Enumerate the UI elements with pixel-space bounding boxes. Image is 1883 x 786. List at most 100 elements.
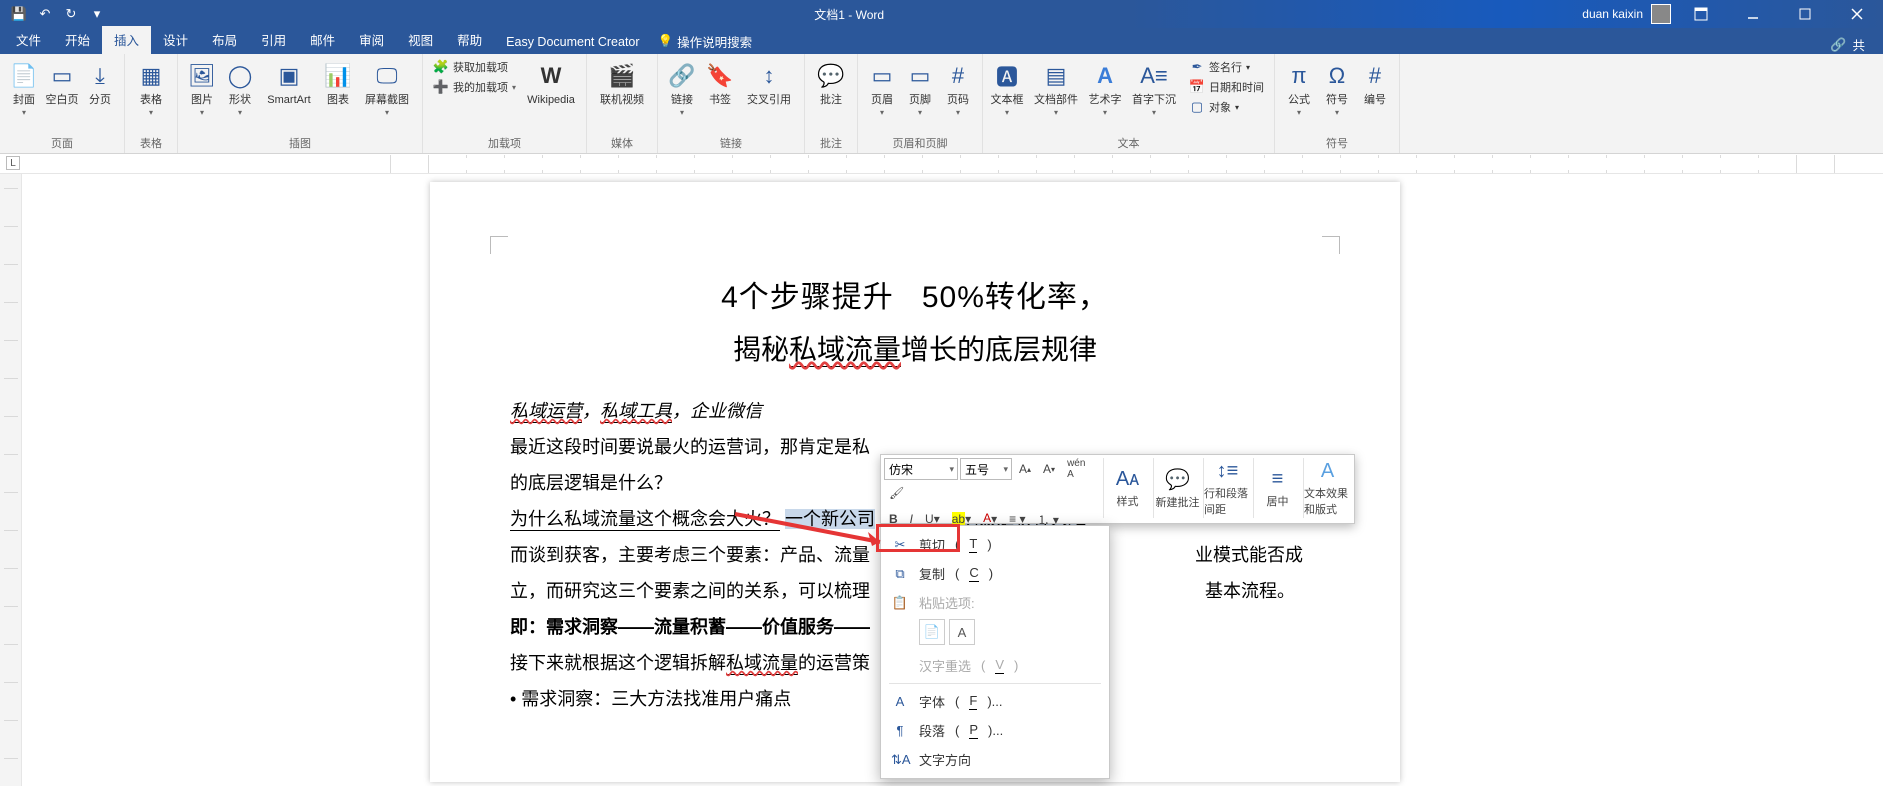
- page-number-icon: #: [942, 60, 974, 92]
- vertical-ruler[interactable]: [0, 174, 22, 786]
- tab-layout[interactable]: 布局: [200, 26, 249, 54]
- scissors-icon: ✂: [891, 537, 909, 553]
- ctx-cut[interactable]: ✂ 剪切 (T): [881, 530, 1109, 559]
- datetime-button[interactable]: 📅日期和时间: [1185, 78, 1268, 96]
- heading-1[interactable]: 4个步骤提升 50%转化率，: [510, 272, 1320, 316]
- phonetic-guide-button[interactable]: wénA: [1062, 458, 1090, 480]
- ctx-font[interactable]: A 字体 (F)...: [881, 687, 1109, 716]
- tab-file[interactable]: 文件: [4, 26, 53, 54]
- quickparts-button[interactable]: ▤文档部件: [1027, 56, 1085, 117]
- ctx-paste-label: 📋 粘贴选项:: [881, 588, 1109, 617]
- save-button[interactable]: 💾: [8, 3, 30, 25]
- tags-line[interactable]: 私域运营，私域工具，企业微信: [510, 394, 1320, 428]
- ribbon: 📄封面 ▭空白页 ⤓分页 页面 ▦表格 表格 🖼图片 ◯形状 ▣SmartArt…: [0, 54, 1883, 154]
- wikipedia-icon: W: [535, 60, 567, 92]
- format-painter-button[interactable]: 🖌: [884, 482, 909, 504]
- group-text-label: 文本: [989, 135, 1268, 153]
- tab-insert[interactable]: 插入: [102, 26, 151, 54]
- cover-page-button[interactable]: 📄封面: [6, 56, 42, 117]
- link-icon: 🔗: [666, 60, 698, 92]
- tab-home[interactable]: 开始: [53, 26, 102, 54]
- comment-button[interactable]: 💬批注: [811, 56, 851, 106]
- ctx-hanzi: 汉字重选 (V): [881, 651, 1109, 680]
- qat-customize[interactable]: ▾: [86, 3, 108, 25]
- page-break-icon: ⤓: [84, 60, 116, 92]
- tab-mailings[interactable]: 邮件: [298, 26, 347, 54]
- number-button[interactable]: #编号: [1357, 56, 1393, 106]
- header-button[interactable]: ▭页眉: [864, 56, 900, 117]
- table-button[interactable]: ▦表格: [131, 56, 171, 117]
- smartart-button[interactable]: ▣SmartArt: [260, 56, 318, 106]
- minimize-button[interactable]: [1731, 0, 1775, 28]
- size-combo[interactable]: 五号: [960, 458, 1012, 480]
- tab-review[interactable]: 审阅: [347, 26, 396, 54]
- group-addins-label: 加载项: [429, 135, 580, 153]
- ctx-paragraph[interactable]: ¶ 段落 (P)...: [881, 716, 1109, 745]
- footer-icon: ▭: [904, 60, 936, 92]
- textbox-button[interactable]: 🅰文本框: [989, 56, 1025, 117]
- paste-text-only[interactable]: A: [949, 619, 975, 645]
- ribbon-display-options[interactable]: [1679, 0, 1723, 28]
- online-video-button[interactable]: 🎬联机视频: [593, 56, 651, 106]
- maximize-button[interactable]: [1783, 0, 1827, 28]
- text-effects-button[interactable]: A文本效果和版式: [1303, 458, 1351, 518]
- chevron-down-icon: ▾: [94, 6, 101, 22]
- tab-help[interactable]: 帮助: [445, 26, 494, 54]
- avatar[interactable]: [1651, 4, 1671, 24]
- object-icon: ▢: [1189, 99, 1205, 115]
- object-button[interactable]: ▢对象 ▾: [1185, 98, 1268, 116]
- blank-page-button[interactable]: ▭空白页: [44, 56, 80, 106]
- wikipedia-button[interactable]: WWikipedia: [522, 56, 580, 106]
- center-button[interactable]: ≡居中: [1253, 458, 1301, 518]
- group-tables: ▦表格 表格: [125, 54, 178, 153]
- tab-view[interactable]: 视图: [396, 26, 445, 54]
- user-name[interactable]: duan kaixin: [1582, 7, 1643, 21]
- chart-button[interactable]: 📊图表: [320, 56, 356, 106]
- dropcap-button[interactable]: A≡首字下沉: [1125, 56, 1183, 117]
- mini-toolbar: 仿宋 五号 A▴ A▾ wénA 🖌 B I U ▾ ab ▾ A ▾ ≡ ▾ …: [880, 454, 1355, 524]
- store-icon: 🧩: [433, 59, 449, 75]
- tab-references[interactable]: 引用: [249, 26, 298, 54]
- symbol-icon: Ω: [1321, 60, 1353, 92]
- ruler-scale: [390, 155, 1853, 173]
- page-break-button[interactable]: ⤓分页: [82, 56, 118, 106]
- symbol-button[interactable]: Ω符号: [1319, 56, 1355, 117]
- shrink-font-button[interactable]: A▾: [1038, 458, 1060, 480]
- font-combo[interactable]: 仿宋: [884, 458, 958, 480]
- share-label[interactable]: 共: [1852, 35, 1865, 54]
- styles-button[interactable]: Aᴀ样式: [1103, 458, 1151, 518]
- group-text: 🅰文本框 ▤文档部件 A艺术字 A≡首字下沉 ✒签名行 ▾ 📅日期和时间 ▢对象…: [983, 54, 1275, 153]
- tab-edc[interactable]: Easy Document Creator: [494, 31, 651, 54]
- pictures-button[interactable]: 🖼图片: [184, 56, 220, 117]
- redo-button[interactable]: ↻: [60, 3, 82, 25]
- tell-me[interactable]: 💡 操作说明搜索: [652, 29, 759, 54]
- new-comment-button[interactable]: 💬新建批注: [1153, 458, 1201, 518]
- ctx-text-direction[interactable]: ⇅A 文字方向: [881, 745, 1109, 774]
- my-addins-button[interactable]: ➕我的加载项 ▾: [429, 78, 520, 96]
- equation-button[interactable]: π公式: [1281, 56, 1317, 117]
- page-number-button[interactable]: #页码: [940, 56, 976, 117]
- screenshot-button[interactable]: 🖵屏幕截图: [358, 56, 416, 117]
- tab-design[interactable]: 设计: [151, 26, 200, 54]
- link-button[interactable]: 🔗链接: [664, 56, 700, 117]
- horizontal-ruler[interactable]: L: [0, 154, 1883, 174]
- signature-button[interactable]: ✒签名行 ▾: [1185, 58, 1268, 76]
- tab-selector[interactable]: L: [6, 156, 20, 170]
- heading-2[interactable]: 揭秘私域流量增长的底层规律: [510, 328, 1320, 368]
- paste-keep-source[interactable]: 📄: [919, 619, 945, 645]
- undo-button[interactable]: ↶: [34, 3, 56, 25]
- grow-font-button[interactable]: A▴: [1014, 458, 1036, 480]
- get-addins-button[interactable]: 🧩获取加载项: [429, 58, 520, 76]
- group-tables-label: 表格: [131, 135, 171, 153]
- share-icon[interactable]: 🔗: [1830, 37, 1846, 53]
- line-spacing-button[interactable]: ↕≡行和段落间距: [1203, 458, 1251, 518]
- group-links: 🔗链接 🔖书签 ↕交叉引用 链接: [658, 54, 805, 153]
- footer-button[interactable]: ▭页脚: [902, 56, 938, 117]
- shapes-button[interactable]: ◯形状: [222, 56, 258, 117]
- close-button[interactable]: [1835, 0, 1879, 28]
- margin-guide: [490, 236, 508, 254]
- ctx-copy[interactable]: ⧉ 复制 (C): [881, 559, 1109, 588]
- crossref-button[interactable]: ↕交叉引用: [740, 56, 798, 106]
- bookmark-button[interactable]: 🔖书签: [702, 56, 738, 106]
- wordart-button[interactable]: A艺术字: [1087, 56, 1123, 117]
